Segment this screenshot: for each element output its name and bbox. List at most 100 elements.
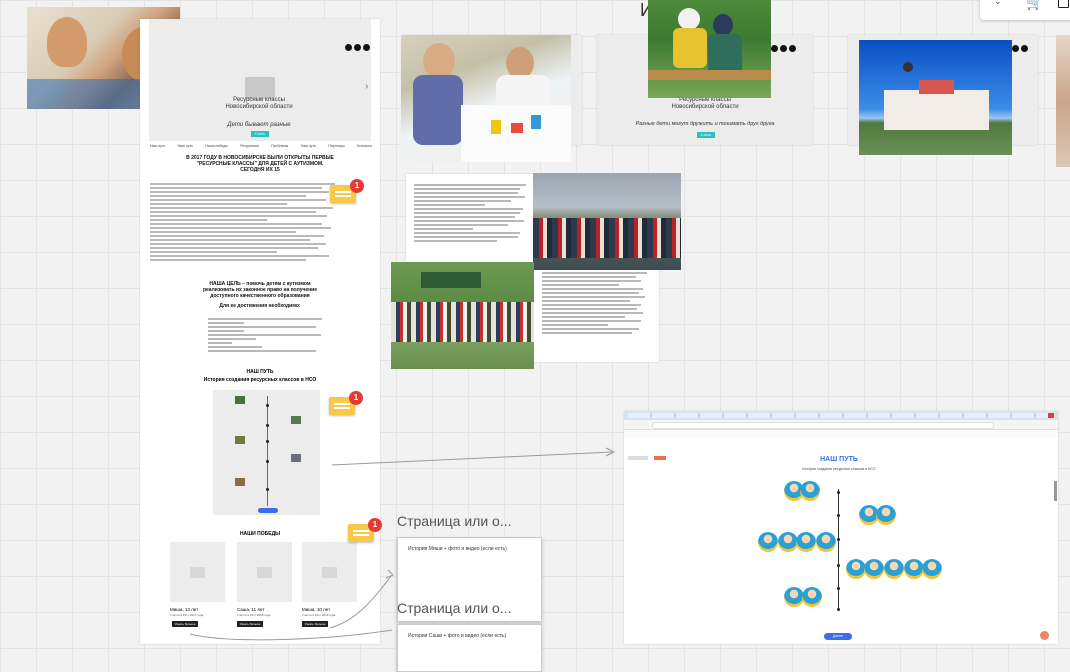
card2-cta-button[interactable]: Стать [697,132,715,138]
browser-screenshot[interactable]: НАШ ПУТЬ История создания ресурсных клас… [624,411,1058,644]
nav-item[interactable]: Ресурсники [240,144,259,148]
avatar [778,532,798,552]
goal-title: НАША ЦЕЛЬ – помочь детям с аутизмом реал… [202,281,318,299]
browser-bookmarks[interactable] [624,431,1058,437]
comment-marker[interactable]: 1 [330,179,364,209]
timeline-point [837,491,840,494]
nav-item[interactable]: Наш путь [301,144,316,148]
kid-card[interactable]: Миша, 13 лет Учится в РК с 2017 года Узн… [170,542,225,632]
site-nav[interactable]: Наш путь Наш путь Наши победы Ресурсники… [150,144,372,148]
timeline-point [266,424,269,427]
avatar [884,559,904,579]
comment-count-badge: 1 [350,179,364,193]
browser-page-title: НАШ ПУТЬ [820,456,858,463]
hero-section: Ресурсные классы Новосибирской области Д… [149,19,371,141]
avatar [784,587,804,607]
nav-item[interactable]: Наш путь [178,144,193,148]
comment-count-badge: 1 [349,391,363,405]
victories-title: НАШИ ПОБЕДЫ [239,531,281,537]
page-block[interactable]: История Саши + фото и видео (если есть) [397,624,542,672]
social-icons[interactable] [1012,45,1028,52]
timeline-point [837,514,840,517]
article-text-left [414,182,532,244]
photo-partial-right[interactable] [1056,35,1070,167]
timeline-point [837,608,840,611]
timeline-point [837,564,840,567]
nav-item[interactable]: Партнеры [328,144,344,148]
goal-subtitle: Для ее достижения необходимо: [219,303,301,309]
nav-item[interactable]: Проблемы [271,144,288,148]
avatar [846,559,866,579]
avatar [796,532,816,552]
nav-item[interactable]: Наши победы [205,144,227,148]
landing-page-frame[interactable]: Ресурсные классы Новосибирской области Д… [140,19,380,644]
photo-kids-painting[interactable] [401,35,571,162]
timeline-block[interactable] [213,390,320,515]
photo-school-building[interactable] [859,40,1012,155]
comment-marker[interactable]: 1 [348,518,382,548]
photo-group-building[interactable] [533,173,681,270]
kid-name: Миша, 13 лет [170,607,199,612]
page-block-title[interactable]: Страница или о... [397,600,512,616]
timeline-point [837,538,840,541]
kid-card[interactable]: Саша, 11 лет Учится в РК с 2018 года Узн… [237,542,292,632]
timeline-point [266,404,269,407]
avatar [800,481,820,501]
chevron-right-icon[interactable]: › [365,81,368,92]
avatar [802,587,822,607]
card2-tagline: Разные дети могут дружить и понимать дру… [635,121,775,127]
kid-note: Учится в РК с 2018 года [237,613,271,617]
kid-card[interactable]: Миша, 10 лет Учится в РК с 2019 года Узн… [302,542,357,632]
hero-region: Новосибирской области [225,104,293,110]
browser-page-subtitle: История создания ресурсных классов в НСО [802,467,876,471]
timeline-point [837,587,840,590]
page-block-title[interactable]: Страница или о... [397,513,512,529]
article-text-right [542,270,652,336]
more-button[interactable]: Узнать больше [172,621,198,627]
social-icons[interactable] [771,45,796,52]
hero-cta-button[interactable]: Стать [251,131,269,137]
page-block-content: История Миши + фото и видео (если есть) [408,546,507,552]
kid-note: Учится в РК с 2019 года [302,613,336,617]
photo-kids-bench[interactable] [648,0,771,98]
copy-icon[interactable] [1058,0,1069,8]
more-button[interactable]: Узнать больше [237,621,263,627]
goal-list [208,316,328,354]
cart-icon[interactable]: 🛒 [1026,0,1043,11]
card2-region: Новосибирской области [671,104,739,110]
hero-org-name: Ресурсные классы [233,97,285,103]
scrollbar[interactable] [1054,481,1057,501]
chevron-down-icon[interactable]: ⌄ [994,0,1002,7]
photo-group-park[interactable] [391,262,534,369]
nav-item[interactable]: Наш путь [150,144,165,148]
headline: В 2017 ГОДУ В НОВОСИБИРСКЕ БЫЛИ ОТКРЫТЫ … [186,155,334,173]
more-button[interactable]: Узнать больше [302,621,328,627]
hero-tagline: Дети бывают разные [227,122,291,128]
browser-addressbar[interactable] [624,420,1058,430]
page-block-content: История Саши + фото и видео (если есть) [408,633,507,639]
avatar [876,505,896,525]
nav-item[interactable]: Контакты [357,144,372,148]
avatar [758,532,778,552]
browser-tabbar[interactable] [624,411,1058,420]
top-toolbar[interactable]: ⌄ 🛒 [980,0,1070,20]
timeline-point [266,440,269,443]
path-subtitle: История создания ресурсных классов в НСО [203,377,317,383]
avatar [922,559,942,579]
timeline-point [266,488,269,491]
comment-count-badge: 1 [368,518,382,532]
timeline-point [266,460,269,463]
avatar [864,559,884,579]
card2-org-name: Ресурсные классы [679,97,731,103]
path-title: НАШ ПУТЬ [246,369,274,375]
notification-dot[interactable] [1040,631,1049,640]
browser-next-button[interactable]: Далее [824,633,852,640]
kid-name: Саша, 11 лет [237,607,265,612]
social-icons[interactable] [345,44,370,51]
comment-marker[interactable]: 1 [329,391,363,421]
avatar [904,559,924,579]
kid-name: Миша, 10 лет [302,607,331,612]
image-placeholder-icon [245,77,275,99]
kid-note: Учится в РК с 2017 года [170,613,204,617]
intro-text [150,181,345,263]
